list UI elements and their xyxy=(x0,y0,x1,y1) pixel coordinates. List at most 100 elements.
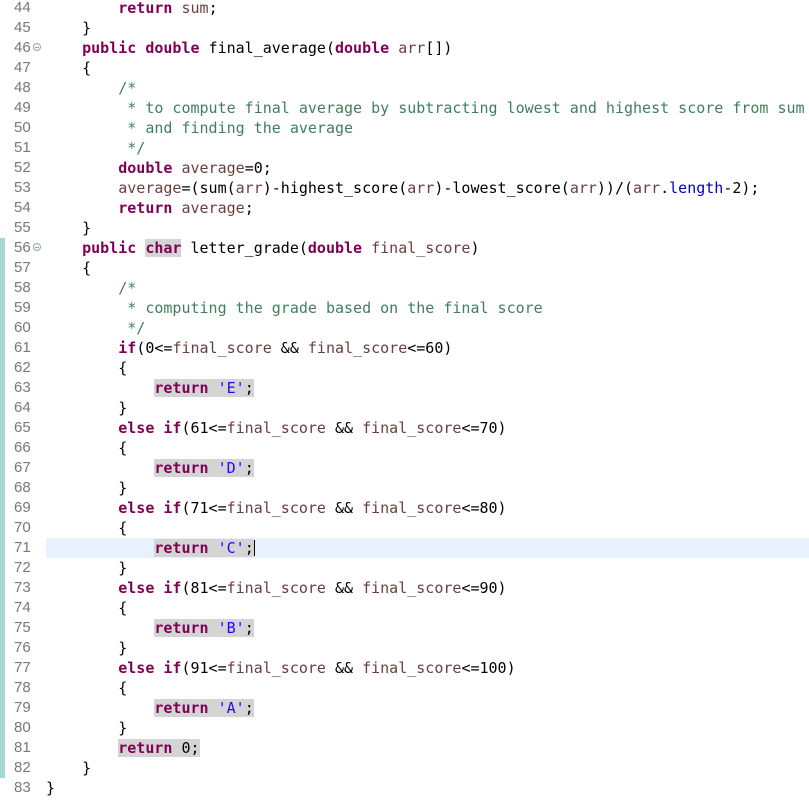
code-line[interactable]: 54 return average; xyxy=(0,198,809,218)
code-line[interactable]: 56 public char letter_grade(double final… xyxy=(0,238,809,258)
code-token: 'D' xyxy=(217,459,245,477)
code-line[interactable]: 83} xyxy=(0,778,809,798)
code-token: return xyxy=(154,459,209,477)
code-line[interactable]: 51 */ xyxy=(0,138,809,158)
code-text: } xyxy=(46,758,91,778)
code-line[interactable]: 66 { xyxy=(0,438,809,458)
line-gutter: 76 xyxy=(0,638,46,658)
code-editor[interactable]: 44 return sum; 45 } 46 public double final… xyxy=(0,0,809,803)
code-text: else if(61<=final_score && final_score<=… xyxy=(46,418,506,438)
code-token: ; xyxy=(244,459,254,477)
change-bar xyxy=(0,558,5,578)
code-token xyxy=(208,539,218,557)
code-line[interactable]: 67 return 'D'; xyxy=(0,458,809,478)
code-token: public xyxy=(82,39,137,57)
code-line[interactable]: 58 /* xyxy=(0,278,809,298)
code-line[interactable]: 82 } xyxy=(0,758,809,778)
change-bar xyxy=(0,358,5,378)
line-number: 58 xyxy=(14,279,31,296)
code-token: ; xyxy=(244,539,254,557)
code-token: 'E' xyxy=(217,379,245,397)
code-text: public char letter_grade(double final_sc… xyxy=(46,238,480,258)
code-line[interactable]: 55 } xyxy=(0,218,809,238)
code-line[interactable]: 47 { xyxy=(0,58,809,78)
code-line[interactable]: 77 else if(91<=final_score && final_scor… xyxy=(0,658,809,678)
line-number: 70 xyxy=(14,519,31,536)
code-line[interactable]: 76 } xyxy=(0,638,809,658)
code-line[interactable]: 59 * computing the grade based on the fi… xyxy=(0,298,809,318)
code-token: */ xyxy=(127,319,146,337)
code-line[interactable]: 60 */ xyxy=(0,318,809,338)
code-line[interactable]: 64 } xyxy=(0,398,809,418)
line-number: 82 xyxy=(14,759,31,776)
line-number: 46 xyxy=(14,39,31,56)
code-token: else xyxy=(118,579,155,597)
line-number: 57 xyxy=(14,259,31,276)
code-line[interactable]: 80 } xyxy=(0,718,809,738)
code-token: final_score xyxy=(362,579,462,597)
line-number: 77 xyxy=(14,659,31,676)
code-line[interactable]: 74 { xyxy=(0,598,809,618)
code-line[interactable]: 81 return 0; xyxy=(0,738,809,758)
code-token: final_score xyxy=(226,579,326,597)
code-line[interactable]: 46 public double final_average(double ar… xyxy=(0,38,809,58)
code-token: 'B' xyxy=(217,619,245,637)
code-line[interactable]: 62 { xyxy=(0,358,809,378)
code-token: =(sum( xyxy=(181,179,236,197)
code-text: * and finding the average xyxy=(46,118,353,138)
change-bar xyxy=(0,638,5,658)
code-token: return xyxy=(118,0,173,17)
code-line[interactable]: 61 if(0<=final_score && final_score<=60) xyxy=(0,338,809,358)
code-token: if xyxy=(163,579,182,597)
line-number: 81 xyxy=(14,739,31,756)
fold-collapse-icon[interactable] xyxy=(33,43,41,51)
code-line[interactable]: 78 { xyxy=(0,678,809,698)
code-token: return xyxy=(154,699,209,717)
code-line[interactable]: 45 } xyxy=(0,18,809,38)
code-line[interactable]: 75 return 'B'; xyxy=(0,618,809,638)
code-line[interactable]: 52 double average=0; xyxy=(0,158,809,178)
code-line[interactable]: 73 else if(81<=final_score && final_scor… xyxy=(0,578,809,598)
code-line[interactable]: 57 { xyxy=(0,258,809,278)
line-number: 79 xyxy=(14,699,31,716)
code-text: { xyxy=(46,438,127,458)
code-line[interactable]: 53 average=(sum(arr)-highest_score(arr)-… xyxy=(0,178,809,198)
line-gutter: 73 xyxy=(0,578,46,598)
code-token: { xyxy=(46,439,128,457)
code-line[interactable]: 44 return sum; xyxy=(0,0,809,18)
code-token: ))/( xyxy=(596,179,634,197)
code-text: return 'C'; xyxy=(46,538,255,558)
code-line[interactable]: 65 else if(61<=final_score && final_scor… xyxy=(0,418,809,438)
code-token xyxy=(208,459,218,477)
line-gutter: 57 xyxy=(0,258,46,278)
code-line[interactable]: 48 /* xyxy=(0,78,809,98)
code-text: * computing the grade based on the final… xyxy=(46,298,542,318)
code-line[interactable]: 63 return 'E'; xyxy=(0,378,809,398)
code-token: final_score xyxy=(226,419,326,437)
code-text: { xyxy=(46,518,127,538)
code-line[interactable]: 69 else if(71<=final_score && final_scor… xyxy=(0,498,809,518)
code-line[interactable]: 49 * to compute final average by subtrac… xyxy=(0,98,809,118)
code-line[interactable]: 79 return 'A'; xyxy=(0,698,809,718)
code-text: { xyxy=(46,598,127,618)
code-line[interactable]: 70 { xyxy=(0,518,809,538)
code-text: return 'A'; xyxy=(46,698,254,718)
code-line[interactable]: 68 } xyxy=(0,478,809,498)
code-line[interactable]: 71 return 'C'; xyxy=(0,538,809,558)
line-gutter: 64 xyxy=(0,398,46,418)
code-token: if xyxy=(163,659,182,677)
code-token: ; xyxy=(244,699,254,717)
fold-collapse-icon[interactable] xyxy=(33,243,41,251)
code-line[interactable]: 72 } xyxy=(0,558,809,578)
code-line[interactable]: 50 * and finding the average xyxy=(0,118,809,138)
change-bar xyxy=(0,738,5,758)
code-text: */ xyxy=(46,318,145,338)
